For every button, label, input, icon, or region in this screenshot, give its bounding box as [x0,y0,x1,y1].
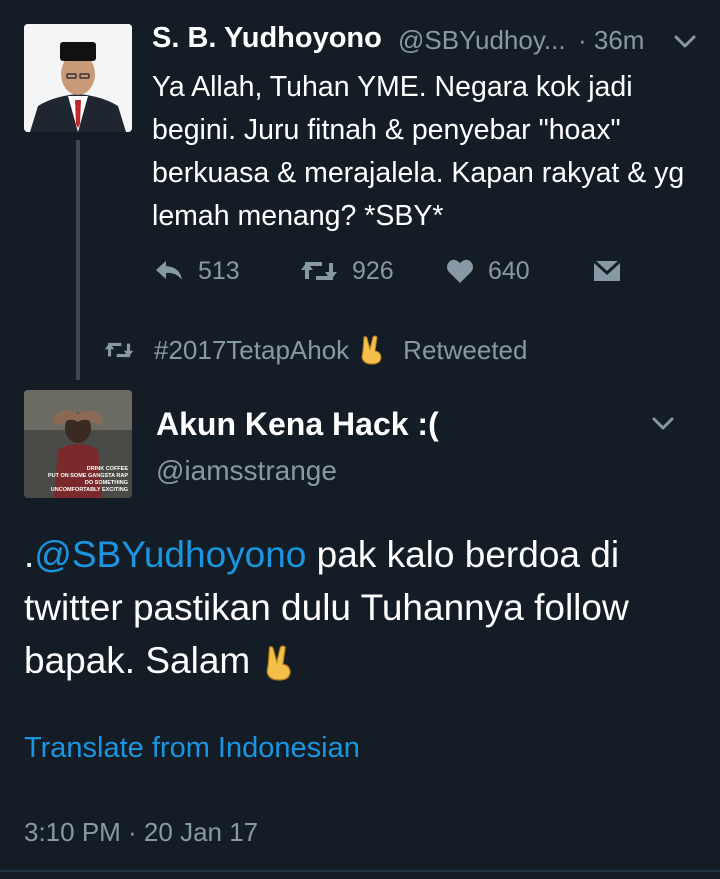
retweet-button[interactable]: 926 [300,255,394,287]
retweeter-name[interactable]: #2017TetapAhok [154,335,349,366]
victory-hand-emoji [361,335,382,365]
avatar-sb-yudhoyono[interactable] [24,24,132,132]
reply-icon [156,261,182,280]
avatar-profile-image: DRINK COFFEE PUT ON SOME GANGSTA RAP DO … [24,390,132,498]
tweet2-author-handle[interactable]: @iamsstrange [156,455,337,487]
like-button[interactable]: 640 [446,255,530,287]
retweeted-label: Retweeted [403,334,528,365]
tweet1-text: Ya Allah, Tuhan YME. Negara kok jadi beg… [152,71,685,232]
retweet-icon [301,262,337,280]
avatar-text-line-4: UNCOMFORTABLY EXCITING [51,487,128,493]
chevron-down-icon[interactable] [650,414,676,434]
avatar-text-line-1: DRINK COFFEE [87,466,129,472]
tweet2-text-prefix: . [24,534,35,575]
thread-connector-line [76,140,80,380]
retweeted-by-row[interactable]: #2017TetapAhok Retweeted [104,332,527,368]
tweet2-author-name[interactable]: Akun Kena Hack :( [156,406,439,443]
chevron-down-icon[interactable] [672,32,698,52]
avatar-akun-kena-hack[interactable]: DRINK COFFEE PUT ON SOME GANGSTA RAP DO … [24,390,132,498]
like-count: 640 [488,256,530,285]
tweet2-text: .@SBYudhoyono pak kalo berdoa di twitter… [24,528,704,687]
retweet-count: 926 [352,256,394,285]
direct-message-button[interactable] [592,255,622,287]
tweet1-author-name[interactable]: S. B. Yudhoyono [152,22,382,55]
tweet2-timestamp[interactable]: 3:10 PM · 20 Jan 17 [24,817,258,848]
direct-message-icon [592,259,622,281]
like-icon [447,259,473,283]
tweet1-timestamp[interactable]: · 36m [578,25,644,56]
translate-link[interactable]: Translate from Indonesian [24,732,360,765]
mention-link[interactable]: @SBYudhoyono [34,534,306,575]
reply-count: 513 [198,256,240,285]
avatar-portrait-image [24,24,132,132]
victory-hand-emoji [265,645,291,681]
reply-button[interactable]: 513 [154,255,240,287]
divider [0,870,720,872]
retweet-icon [104,342,134,358]
avatar-text-line-2: PUT ON SOME GANGSTA RAP [48,473,128,479]
avatar-text-line-3: DO SOMETHING [85,480,128,486]
tweet1-author-handle[interactable]: @SBYudhoy... [398,25,566,56]
